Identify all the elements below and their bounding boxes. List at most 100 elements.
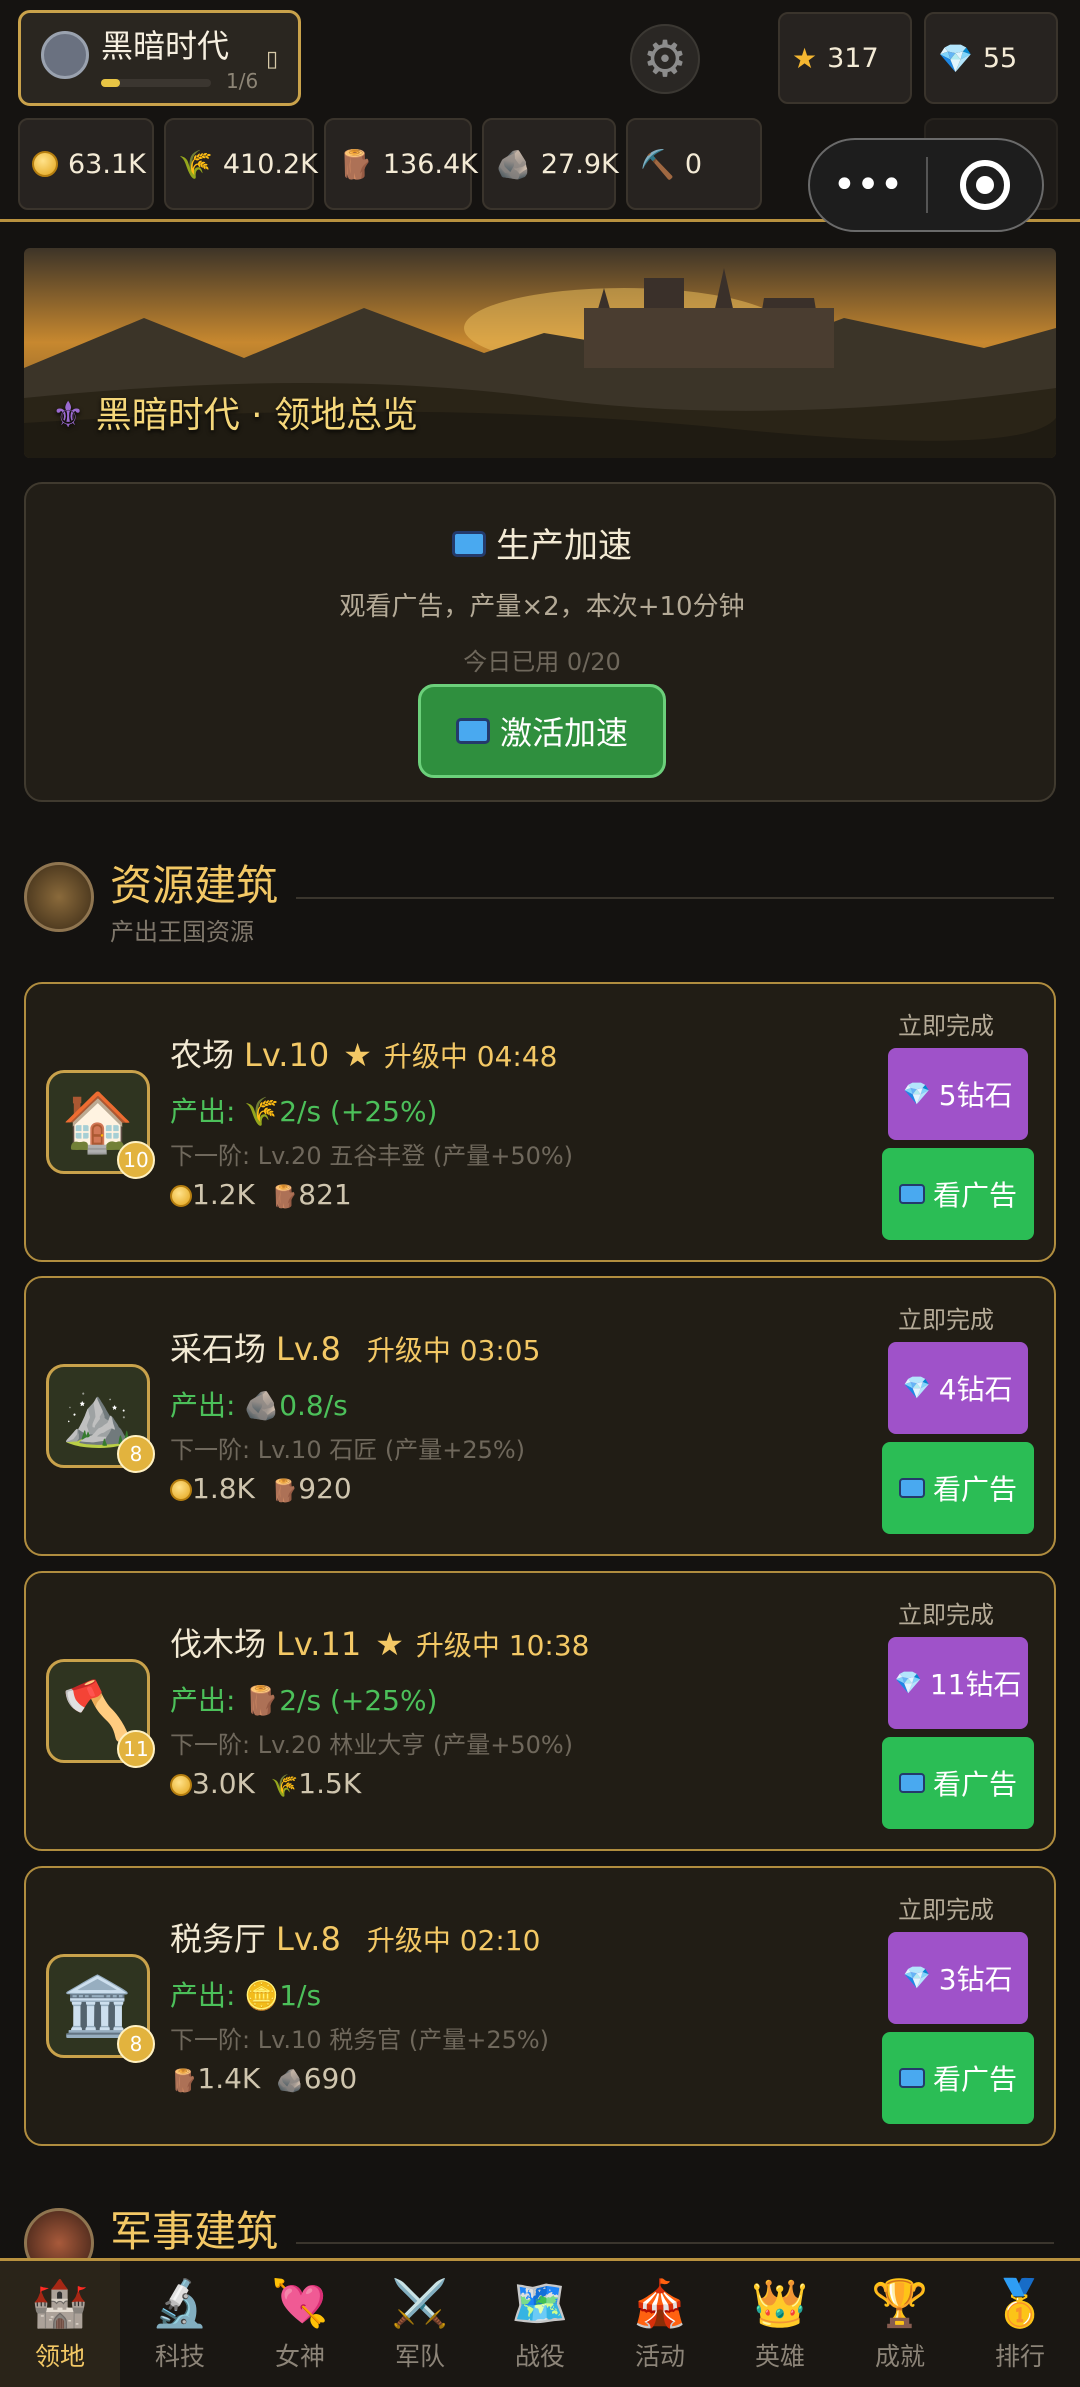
- watch-ad-button[interactable]: 看广告: [882, 1442, 1034, 1534]
- resource-counter[interactable]: ⛏️ 0: [626, 118, 762, 210]
- upgrade-timer: 升级中 03:05: [366, 1334, 541, 1367]
- boost-usage: 今日已用 0/20: [463, 648, 621, 676]
- building-name: 农场 Lv.10 ★ 升级中 04:48: [170, 1036, 558, 1074]
- building-card[interactable]: 🏛️ 8 税务厅 Lv.8 升级中 02:10 产出: 🪙1/s 下一阶: Lv.1…: [24, 1866, 1056, 2146]
- fleur-de-lis-icon: ⚜: [52, 395, 85, 436]
- production-boost-panel: 生产加速 观看广告，产量×2，本次+10分钟 今日已用 0/20 激活加速: [24, 482, 1056, 802]
- building-card[interactable]: ⛰️ 8 采石场 Lv.8 升级中 03:05 产出: 🪨0.8/s 下一阶: Lv…: [24, 1276, 1056, 1556]
- instant-complete-label: 立即完成: [898, 1306, 994, 1334]
- building-next-tier: 下一阶: Lv.20 五谷丰登 (产量+50%): [170, 1142, 574, 1170]
- nav-item-7[interactable]: 🏆 成就: [840, 2261, 960, 2387]
- nav-label: 成就: [874, 2341, 925, 2371]
- nav-item-6[interactable]: 👑 英雄: [720, 2261, 840, 2387]
- watch-ad-button[interactable]: 看广告: [882, 2032, 1034, 2124]
- nav-item-4[interactable]: 🗺️ 战役: [480, 2261, 600, 2387]
- watch-ad-button[interactable]: 看广告: [882, 1148, 1034, 1240]
- activate-boost-button[interactable]: 激活加速: [418, 684, 666, 778]
- miniprogram-capsule: •••: [808, 138, 1044, 232]
- nav-label: 军队: [394, 2341, 445, 2371]
- building-name: 伐木场 Lv.11 ★ 升级中 10:38: [170, 1625, 590, 1663]
- resource-counter[interactable]: 63.1K: [18, 118, 154, 210]
- territory-banner: ⚜ 黑暗时代 · 领地总览: [24, 248, 1056, 458]
- wood-log-icon: 🪵: [338, 147, 373, 181]
- profile-menu-icon[interactable]: ▯: [266, 47, 278, 72]
- upgrade-timer: 升级中 04:48: [383, 1040, 558, 1073]
- building-level-badge: 11: [117, 1730, 155, 1768]
- instant-complete-label: 立即完成: [898, 1896, 994, 1924]
- resource-counter[interactable]: 🌾 410.2K: [164, 118, 318, 210]
- diamond-icon: 💎: [903, 1965, 931, 1991]
- tv-icon: [898, 2068, 925, 2088]
- diamond-complete-button[interactable]: 💎 3钻石: [888, 1932, 1028, 2024]
- axe-icon: 🪓 11: [46, 1659, 155, 1768]
- diamond-complete-button[interactable]: 💎 11钻石: [888, 1637, 1028, 1729]
- watch-ad-button[interactable]: 看广告: [882, 1737, 1034, 1829]
- instant-complete-label: 立即完成: [898, 1601, 994, 1629]
- gold-coin-icon: [170, 1185, 192, 1207]
- tv-icon: [898, 1773, 925, 1793]
- close-miniprogram-button[interactable]: [928, 140, 1042, 230]
- wheat-icon: 🌾: [178, 147, 213, 181]
- diamond-icon: 💎: [938, 41, 973, 75]
- upgrade-timer: 升级中 02:10: [366, 1924, 541, 1957]
- nav-item-3[interactable]: ⚔️ 军队: [360, 2261, 480, 2387]
- wheat-icon: 🌾: [270, 1774, 299, 1799]
- pickaxe-icon: ⛏️: [640, 147, 675, 181]
- building-output: 产出: 🪨0.8/s: [170, 1389, 348, 1422]
- diamond-complete-button[interactable]: 💎 4钻石: [888, 1342, 1028, 1434]
- player-profile[interactable]: 黑暗时代 1/6 ▯: [18, 10, 301, 106]
- military-section-title: 军事建筑: [110, 2207, 279, 2256]
- building-card[interactable]: 🪓 11 伐木场 Lv.11 ★ 升级中 10:38 产出: 🪵2/s (+25%) …: [24, 1571, 1056, 1851]
- player-name: 黑暗时代: [101, 27, 230, 65]
- bottom-nav: 🏰 领地 🔬 科技 💘 女神 ⚔️ 军队 🗺️ 战役 🎪 活动 👑 英雄 🏆 成…: [0, 2258, 1080, 2387]
- building-card[interactable]: 🏠 10 农场 Lv.10 ★ 升级中 04:48 产出: 🌾2/s (+25%) 下…: [24, 982, 1056, 1262]
- stone-icon: 🪨: [496, 147, 531, 181]
- building-next-tier: 下一阶: Lv.10 税务官 (产量+25%): [170, 2026, 550, 2054]
- stars-counter[interactable]: ★ 317: [778, 12, 912, 104]
- settings-gear-icon[interactable]: ⚙: [630, 24, 700, 94]
- bank-icon: 🏛️ 8: [46, 1954, 155, 2063]
- castle-icon: 🏰: [31, 2275, 89, 2330]
- boost-title: 生产加速: [26, 518, 1058, 567]
- wood-log-icon: 🪵: [270, 1479, 299, 1504]
- heart-icon: 💘: [271, 2275, 329, 2330]
- diamond-complete-button[interactable]: 💎 5钻石: [888, 1048, 1028, 1140]
- building-next-tier: 下一阶: Lv.10 石匠 (产量+25%): [170, 1436, 526, 1464]
- level-progress-bar: [101, 79, 211, 87]
- building-output: 产出: 🌾2/s (+25%): [170, 1095, 438, 1128]
- star-icon: ★: [343, 1036, 372, 1074]
- upgrade-cost: 1.2K 🪵821: [170, 1178, 368, 1211]
- rock-icon: ⛰️ 8: [46, 1364, 155, 1473]
- diamond-icon: 💎: [903, 1375, 931, 1401]
- microscope-icon: 🔬: [151, 2275, 209, 2330]
- wood-log-icon: 🪵: [170, 2069, 198, 2094]
- tv-icon: [452, 531, 486, 557]
- resource-section-title: 资源建筑: [110, 861, 279, 910]
- more-options-button[interactable]: •••: [810, 140, 926, 230]
- building-next-tier: 下一阶: Lv.20 林业大亨 (产量+50%): [170, 1731, 574, 1759]
- diamonds-counter[interactable]: 💎 55: [924, 12, 1058, 104]
- building-output: 产出: 🪙1/s: [170, 1979, 322, 2012]
- gold-coin-icon: [32, 151, 58, 177]
- tv-icon: [455, 718, 490, 744]
- upgrade-cost: 🪵1.4K 🪨690: [170, 2062, 358, 2095]
- building-name: 采石场 Lv.8 升级中 03:05: [170, 1330, 541, 1368]
- top-bar: 黑暗时代 1/6 ▯ ⚙ ★ 317 💎 55 63.1K 🌾 410.2K 🪵 136…: [0, 0, 1080, 232]
- diamond-icon: 💎: [903, 1081, 931, 1107]
- wood-log-icon: 🪵: [270, 1185, 299, 1210]
- nav-item-8[interactable]: 🥇 排行: [960, 2261, 1080, 2387]
- tv-icon: [898, 1184, 925, 1204]
- nav-item-1[interactable]: 🔬 科技: [120, 2261, 240, 2387]
- upgrade-timer: 升级中 10:38: [415, 1629, 590, 1662]
- nav-label: 排行: [994, 2341, 1045, 2371]
- nav-item-2[interactable]: 💘 女神: [240, 2261, 360, 2387]
- star-icon: ★: [792, 41, 818, 75]
- resource-counter[interactable]: 🪵 136.4K: [324, 118, 478, 210]
- nav-item-0[interactable]: 🏰 领地: [0, 2261, 120, 2387]
- gold-coin-icon: [170, 1479, 192, 1501]
- nav-item-5[interactable]: 🎪 活动: [600, 2261, 720, 2387]
- building-level-badge: 8: [117, 1435, 155, 1473]
- resource-section-emblem: [24, 862, 94, 932]
- star-icon: ★: [375, 1625, 404, 1663]
- resource-counter[interactable]: 🪨 27.9K: [482, 118, 619, 210]
